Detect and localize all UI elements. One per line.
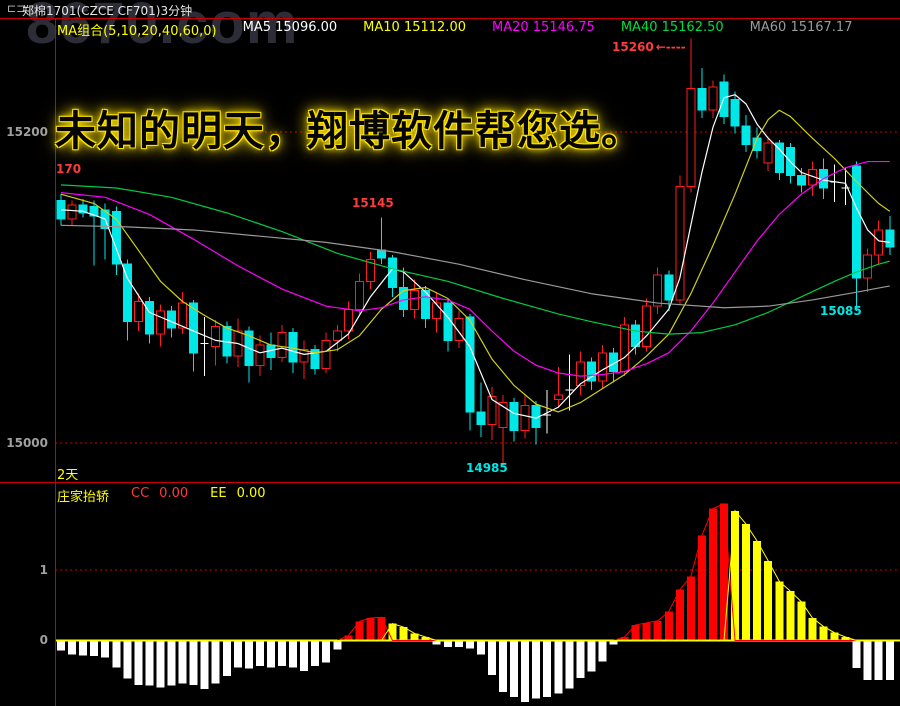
sub-indicator-header: 庄家抬轿 CC 0.00 EE 0.00 (57, 486, 266, 505)
cc-ee-lines-layer (55, 502, 900, 642)
cc-value: 0.00 (159, 486, 189, 501)
arrow-left-icon: ←---- (655, 40, 686, 54)
y-axis-label-15000: 15000 (6, 436, 48, 450)
trading-app-window: 8670.com ⊏⊐ 郑棉1701(CZCE CF701)3分钟 MA组合(5… (0, 0, 900, 706)
ma40-readout: MA40 15162.50 (620, 20, 724, 35)
histogram-layer (57, 503, 894, 702)
indicator-header: MA组合(5,10,20,40,60,0) MA5 15096.00 MA10 … (57, 20, 852, 39)
ma5-readout: MA5 15096.00 (242, 20, 338, 35)
ma10-readout: MA10 15112.00 (363, 20, 466, 35)
ma-group-label[interactable]: MA组合(5,10,20,40,60,0) (57, 20, 217, 39)
sub-axis-label-1: 1 (39, 563, 48, 577)
ee-value: 0.00 (236, 486, 266, 501)
period-label: 2天 (57, 468, 79, 483)
chart-title: 郑棉1701(CZCE CF701)3分钟 (22, 4, 193, 18)
price-flag-170: 170 (56, 162, 82, 176)
spike-high-label: 15145 (352, 196, 394, 210)
ma20-readout: MA20 15146.75 (492, 20, 595, 35)
pullback-low-label: 15085 (820, 304, 862, 318)
sub-indicator-name[interactable]: 庄家抬轿 (57, 486, 109, 505)
y-axis-label-15200: 15200 (6, 125, 48, 139)
sub-axis-label-0: 0 (39, 633, 48, 647)
session-high-label: 15260 ←---- (612, 40, 686, 54)
title-bar: ⊏⊐ 郑棉1701(CZCE CF701)3分钟 (0, 0, 900, 18)
cc-label: CC (131, 486, 150, 501)
session-low-label: 14985 (466, 461, 508, 475)
session-high-price: 15260 (612, 40, 654, 54)
ma60-readout: MA60 15167.17 (749, 20, 853, 35)
ee-label: EE (210, 486, 227, 501)
slogan-watermark: 未知的明天，翔博软件帮您选。 (55, 107, 643, 155)
